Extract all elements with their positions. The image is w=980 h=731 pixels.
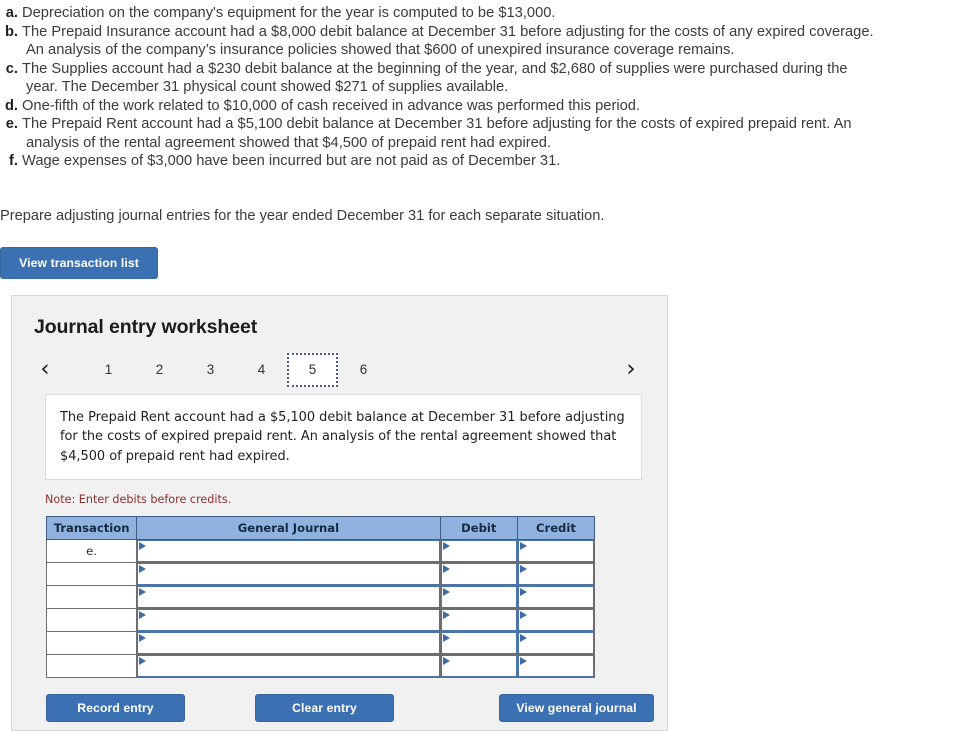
problem-item-c-line2: year. The December 31 physical count sho…	[26, 79, 509, 95]
credit-input-box[interactable]	[517, 632, 594, 654]
credit-input[interactable]	[516, 562, 596, 586]
general-journal-input[interactable]	[136, 585, 441, 609]
worksheet-title: Journal entry worksheet	[34, 315, 258, 338]
column-header-transaction: Transaction	[45, 516, 138, 540]
credit-input-box[interactable]	[517, 540, 594, 562]
column-header-debit: Debit	[439, 516, 518, 540]
problem-item-text: The Prepaid Rent account had a $5,100 de…	[22, 116, 852, 132]
problem-item-d: d. One-fifth of the work related to $10,…	[0, 97, 980, 116]
general-journal-input[interactable]	[136, 654, 441, 678]
debit-input[interactable]	[439, 562, 518, 586]
general-journal-input-box[interactable]	[137, 540, 440, 562]
credit-input[interactable]	[516, 654, 596, 678]
table-row	[45, 631, 596, 655]
column-header-general-journal: General Journal	[136, 516, 441, 540]
credit-input-box[interactable]	[517, 563, 594, 585]
credit-input-box[interactable]	[517, 609, 594, 631]
pager-tab-1[interactable]: 1	[83, 353, 134, 387]
problem-item-letter: b.	[4, 23, 18, 40]
problem-item-b-line2: An analysis of the company’s insurance p…	[26, 42, 735, 58]
pager-tab-4[interactable]: 4	[236, 353, 287, 387]
worksheet-action-bar: Record entry Clear entry View general jo…	[46, 694, 654, 722]
credit-input-box[interactable]	[517, 586, 594, 608]
table-row	[45, 654, 596, 678]
pager-tab-2[interactable]: 2	[134, 353, 185, 387]
credit-input[interactable]	[516, 608, 596, 632]
debit-input-box[interactable]	[440, 609, 517, 631]
general-journal-input[interactable]	[136, 631, 441, 655]
pager-tab-6[interactable]: 6	[338, 353, 389, 387]
credit-input[interactable]	[516, 539, 596, 563]
view-transaction-list-button[interactable]: View transaction list	[0, 246, 158, 279]
journal-entry-worksheet-panel: Journal entry worksheet ‹ 1 2 3 4 5 6 › …	[11, 294, 668, 731]
general-journal-input-box[interactable]	[137, 655, 440, 677]
debit-input[interactable]	[439, 608, 518, 632]
problem-item-text: Wage expenses of $3,000 have been incurr…	[22, 153, 561, 169]
problem-item-e-line2: analysis of the rental agreement showed …	[26, 134, 552, 151]
table-row	[45, 608, 596, 632]
problem-item-text: The Supplies account had a $230 debit ba…	[22, 60, 848, 77]
debit-input[interactable]	[439, 585, 518, 609]
clear-entry-button[interactable]: Clear entry	[255, 694, 394, 722]
column-header-credit: Credit	[516, 516, 596, 540]
problem-item-letter: f.	[9, 153, 18, 169]
debit-input-box[interactable]	[440, 632, 517, 654]
transaction-cell: e.	[45, 539, 138, 563]
problem-item-text: Depreciation on the company's equipment …	[22, 5, 556, 21]
worksheet-pager: ‹ 1 2 3 4 5 6 ›	[30, 351, 646, 389]
problem-item-a: a. Depreciation on the company's equipme…	[0, 4, 980, 23]
problem-item-letter: e.	[5, 116, 18, 132]
problem-statement: a. Depreciation on the company's equipme…	[0, 0, 980, 171]
chevron-right-icon[interactable]: ›	[616, 355, 646, 385]
instruction-text: Prepare adjusting journal entries for th…	[0, 207, 605, 224]
debit-input-box[interactable]	[440, 586, 517, 608]
table-row: e.	[45, 539, 596, 563]
pager-tab-list: 1 2 3 4 5 6	[83, 352, 389, 387]
pager-tab-3[interactable]: 3	[185, 353, 236, 387]
problem-item-letter: a.	[5, 5, 18, 21]
debit-input-box[interactable]	[440, 563, 517, 585]
situation-description: The Prepaid Rent account had a $5,100 de…	[45, 393, 642, 480]
problem-item-letter: c.	[5, 60, 18, 77]
general-journal-input[interactable]	[136, 562, 441, 586]
problem-item-f: f. Wage expenses of $3,000 have been inc…	[0, 152, 980, 171]
general-journal-input-box[interactable]	[137, 632, 440, 654]
general-journal-input-box[interactable]	[137, 563, 440, 585]
record-entry-button[interactable]: Record entry	[46, 694, 185, 722]
credit-input[interactable]	[516, 585, 596, 609]
transaction-cell	[45, 562, 138, 586]
table-row	[45, 562, 596, 586]
problem-item-text: The Prepaid Insurance account had a $8,0…	[22, 23, 874, 40]
credit-input[interactable]	[516, 631, 596, 655]
journal-entry-table: Transaction General Journal Debit Credit…	[45, 516, 596, 678]
table-row	[45, 585, 596, 609]
problem-item-c: c. The Supplies account had a $230 debit…	[0, 60, 980, 79]
general-journal-input-box[interactable]	[137, 586, 440, 608]
problem-item-text: One-fifth of the work related to $10,000…	[22, 97, 641, 114]
debit-input-box[interactable]	[440, 540, 517, 562]
general-journal-input[interactable]	[136, 539, 441, 563]
debit-input[interactable]	[439, 539, 518, 563]
debit-input[interactable]	[439, 631, 518, 655]
transaction-cell	[45, 585, 138, 609]
view-general-journal-button[interactable]: View general journal	[499, 694, 654, 722]
transaction-cell	[45, 608, 138, 632]
problem-item-b: b. The Prepaid Insurance account had a $…	[0, 23, 980, 42]
credit-input-box[interactable]	[517, 655, 594, 677]
transaction-cell	[45, 654, 138, 678]
problem-item-letter: d.	[4, 97, 18, 114]
debits-before-credits-note: Note: Enter debits before credits.	[45, 493, 232, 506]
general-journal-input-box[interactable]	[137, 609, 440, 631]
pager-tab-5[interactable]: 5	[287, 352, 338, 387]
debit-input[interactable]	[439, 654, 518, 678]
general-journal-input[interactable]	[136, 608, 441, 632]
problem-item-e: e. The Prepaid Rent account had a $5,100…	[0, 115, 980, 134]
debit-input-box[interactable]	[440, 655, 517, 677]
chevron-left-icon[interactable]: ‹	[30, 355, 60, 385]
transaction-cell	[45, 631, 138, 655]
table-header-row: Transaction General Journal Debit Credit	[45, 516, 596, 540]
